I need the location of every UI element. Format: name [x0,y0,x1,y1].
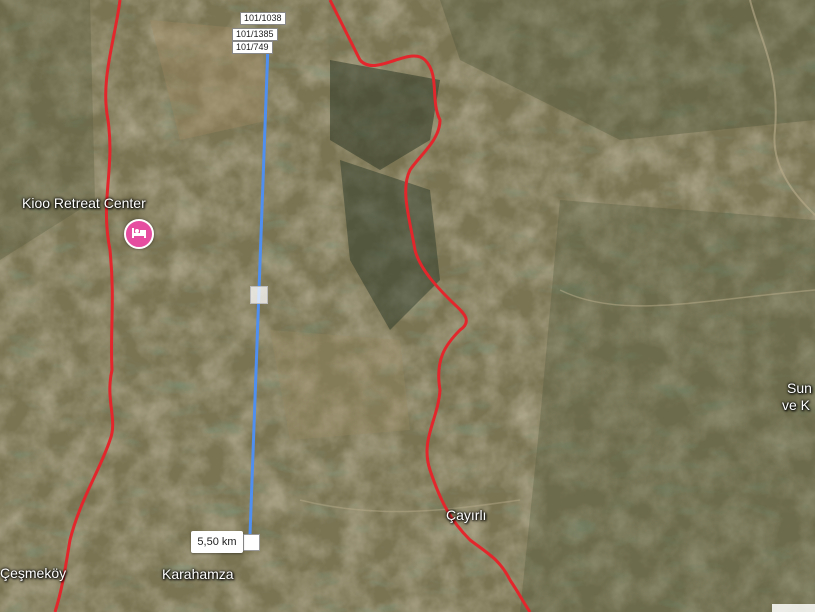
scale-bar [772,604,815,612]
satellite-map[interactable]: 5,50 km 101/1038 101/1385 101/749 Kioo R… [0,0,815,612]
place-label-partial-ve[interactable]: ve K [782,397,810,413]
hotel-pin-icon[interactable] [124,219,154,249]
satellite-terrain [0,0,815,612]
place-label-cesmekoy[interactable]: Çeşmeköy [0,565,66,581]
measure-tag: 101/1385 [232,28,278,41]
measure-end-handle[interactable] [243,534,260,551]
place-label-partial-sun[interactable]: Sun [787,380,812,396]
measure-tag: 101/749 [232,41,273,54]
measure-midpoint-handle[interactable] [250,286,268,304]
distance-label: 5,50 km [191,531,243,553]
place-label-retreat[interactable]: Kioo Retreat Center [22,195,146,211]
place-label-karahamza[interactable]: Karahamza [162,566,234,582]
measure-tag: 101/1038 [240,12,286,25]
place-label-cayirli[interactable]: Çayırlı [446,507,486,523]
